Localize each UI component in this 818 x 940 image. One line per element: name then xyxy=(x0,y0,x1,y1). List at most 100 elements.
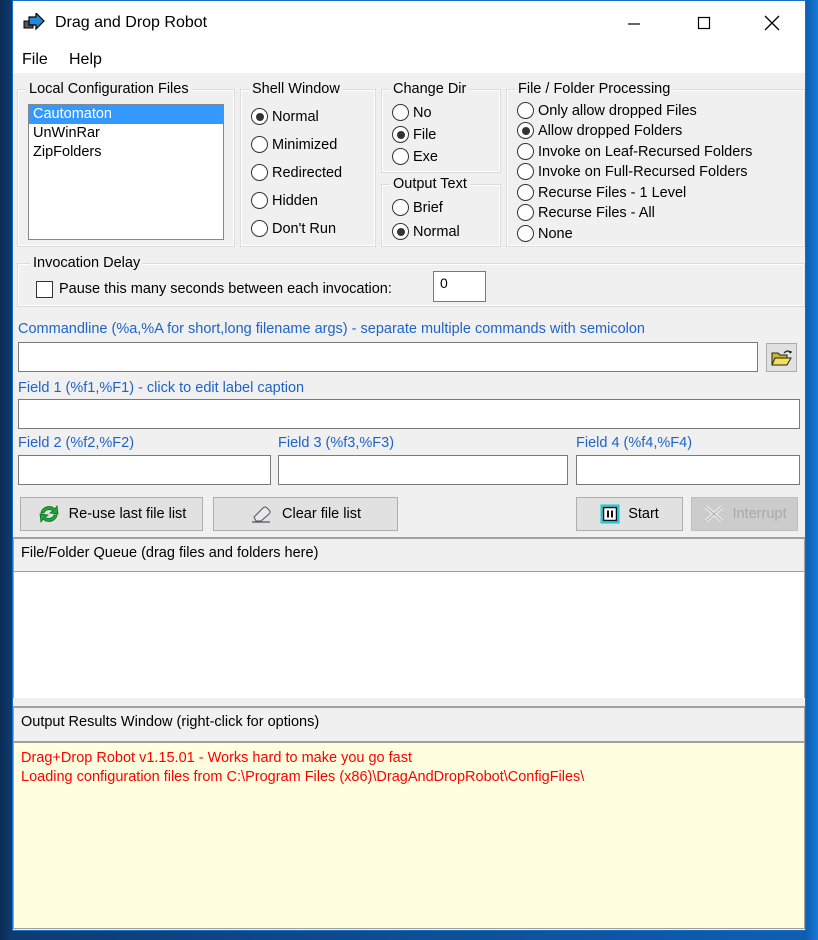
ffp-recurse-1-level-radio[interactable]: Recurse Files - 1 Level xyxy=(517,184,686,201)
app-window: Drag and Drop Robot File Help Local Conf… xyxy=(12,0,806,931)
change-dir-file-radio[interactable]: File xyxy=(392,126,436,143)
output-line: Drag+Drop Robot v1.15.01 - Works hard to… xyxy=(21,750,413,766)
config-files-listbox[interactable]: Cautomaton UnWinRar ZipFolders xyxy=(28,104,224,240)
field1-label[interactable]: Field 1 (%f1,%F1) - click to edit label … xyxy=(18,380,304,396)
delay-seconds-input[interactable]: 0 xyxy=(433,271,486,302)
interrupt-button-label: Interrupt xyxy=(732,506,787,522)
app-arrow-icon xyxy=(23,11,45,31)
commandline-input[interactable] xyxy=(18,342,758,372)
refresh-icon xyxy=(39,504,59,524)
radio-label: Invoke on Full-Recursed Folders xyxy=(538,163,748,180)
change-dir-no-radio[interactable]: No xyxy=(392,104,432,121)
pause-checkbox[interactable] xyxy=(36,281,53,298)
radio-indicator xyxy=(392,148,409,165)
radio-indicator xyxy=(251,136,268,153)
field4-label[interactable]: Field 4 (%f4,%F4) xyxy=(576,435,692,451)
change-dir-label: Change Dir xyxy=(390,81,470,97)
ffp-leaf-recursed-radio[interactable]: Invoke on Leaf-Recursed Folders xyxy=(517,143,752,160)
radio-indicator xyxy=(251,108,268,125)
file-folder-processing-group: File / Folder Processing Only allow drop… xyxy=(506,81,805,247)
shell-hidden-radio[interactable]: Hidden xyxy=(251,192,318,209)
ffp-allow-folders-radio[interactable]: Allow dropped Folders xyxy=(517,122,682,139)
minimize-button[interactable] xyxy=(611,1,657,45)
config-file-item[interactable]: UnWinRar xyxy=(29,124,223,143)
field1-input[interactable] xyxy=(18,399,800,429)
radio-label: Brief xyxy=(413,199,443,216)
radio-indicator xyxy=(392,223,409,240)
shell-minimized-radio[interactable]: Minimized xyxy=(251,136,337,153)
invocation-delay-group: Invocation Delay Pause this many seconds… xyxy=(17,255,805,307)
radio-indicator xyxy=(517,184,534,201)
field3-input[interactable] xyxy=(278,455,568,485)
radio-indicator xyxy=(251,164,268,181)
radio-indicator xyxy=(517,143,534,160)
shell-normal-radio[interactable]: Normal xyxy=(251,108,319,125)
output-line: Loading configuration files from C:\Prog… xyxy=(21,769,585,785)
config-file-item[interactable]: ZipFolders xyxy=(29,143,223,162)
radio-label: Only allow dropped Files xyxy=(538,102,697,119)
radio-label: Normal xyxy=(272,108,319,125)
output-brief-radio[interactable]: Brief xyxy=(392,199,443,216)
menu-bar: File Help xyxy=(13,45,805,73)
radio-indicator xyxy=(392,126,409,143)
radio-label: Normal xyxy=(413,223,460,240)
config-files-group: Local Configuration Files Cautomaton UnW… xyxy=(17,81,235,247)
maximize-button[interactable] xyxy=(681,1,727,45)
minimize-icon xyxy=(628,23,640,25)
ffp-none-radio[interactable]: None xyxy=(517,225,573,242)
shell-redirected-radio[interactable]: Redirected xyxy=(251,164,342,181)
commandline-label[interactable]: Commandline (%a,%A for short,long filena… xyxy=(18,321,645,337)
radio-indicator xyxy=(517,163,534,180)
radio-indicator xyxy=(517,204,534,221)
pause-icon xyxy=(600,504,620,524)
eraser-icon xyxy=(252,506,271,523)
open-folder-icon xyxy=(770,349,792,365)
interrupt-x-icon xyxy=(704,505,723,523)
start-button-label: Start xyxy=(628,506,659,522)
close-icon xyxy=(764,15,780,31)
clear-button-label: Clear file list xyxy=(282,506,361,522)
interrupt-button[interactable]: Interrupt xyxy=(691,497,798,531)
radio-indicator xyxy=(392,104,409,121)
file-folder-processing-label: File / Folder Processing xyxy=(515,81,674,97)
close-button[interactable] xyxy=(749,1,795,45)
radio-label: Don't Run xyxy=(272,220,337,237)
output-text-label: Output Text xyxy=(390,176,470,192)
output-results-window[interactable]: Drag+Drop Robot v1.15.01 - Works hard to… xyxy=(13,742,805,929)
browse-folder-button[interactable] xyxy=(766,343,797,372)
radio-label: Minimized xyxy=(272,136,338,153)
file-folder-queue[interactable] xyxy=(13,572,805,698)
ffp-recurse-all-radio[interactable]: Recurse Files - All xyxy=(517,204,655,221)
radio-indicator xyxy=(251,192,268,209)
radio-label: Allow dropped Folders xyxy=(538,122,683,139)
clear-file-list-button[interactable]: Clear file list xyxy=(213,497,398,531)
shell-dont-run-radio[interactable]: Don't Run xyxy=(251,220,336,237)
title-bar: Drag and Drop Robot xyxy=(13,1,805,45)
radio-label: Hidden xyxy=(272,192,318,209)
field2-label[interactable]: Field 2 (%f2,%F2) xyxy=(18,435,134,451)
radio-label: Exe xyxy=(413,148,438,165)
config-files-label: Local Configuration Files xyxy=(26,81,192,97)
field3-label[interactable]: Field 3 (%f3,%F3) xyxy=(278,435,394,451)
menu-file[interactable]: File xyxy=(22,51,48,69)
reuse-file-list-button[interactable]: Re-use last file list xyxy=(20,497,203,531)
start-button[interactable]: Start xyxy=(576,497,683,531)
menu-help[interactable]: Help xyxy=(69,51,102,69)
output-header: Output Results Window (right-click for o… xyxy=(13,706,805,742)
radio-label: Recurse Files - All xyxy=(538,204,655,221)
output-normal-radio[interactable]: Normal xyxy=(392,223,460,240)
config-file-item[interactable]: Cautomaton xyxy=(29,105,223,124)
queue-header: File/Folder Queue (drag files and folder… xyxy=(13,537,805,572)
ffp-only-files-radio[interactable]: Only allow dropped Files xyxy=(517,102,697,119)
shell-window-label: Shell Window xyxy=(249,81,343,97)
window-title: Drag and Drop Robot xyxy=(55,14,208,31)
change-dir-exe-radio[interactable]: Exe xyxy=(392,148,438,165)
field4-input[interactable] xyxy=(576,455,800,485)
radio-indicator xyxy=(517,122,534,139)
change-dir-group: Change Dir No File Exe xyxy=(381,81,501,173)
maximize-icon xyxy=(697,16,711,30)
field2-input[interactable] xyxy=(18,455,271,485)
output-text-group: Output Text Brief Normal xyxy=(381,176,501,247)
ffp-full-recursed-radio[interactable]: Invoke on Full-Recursed Folders xyxy=(517,163,748,180)
radio-label: Redirected xyxy=(272,164,343,181)
